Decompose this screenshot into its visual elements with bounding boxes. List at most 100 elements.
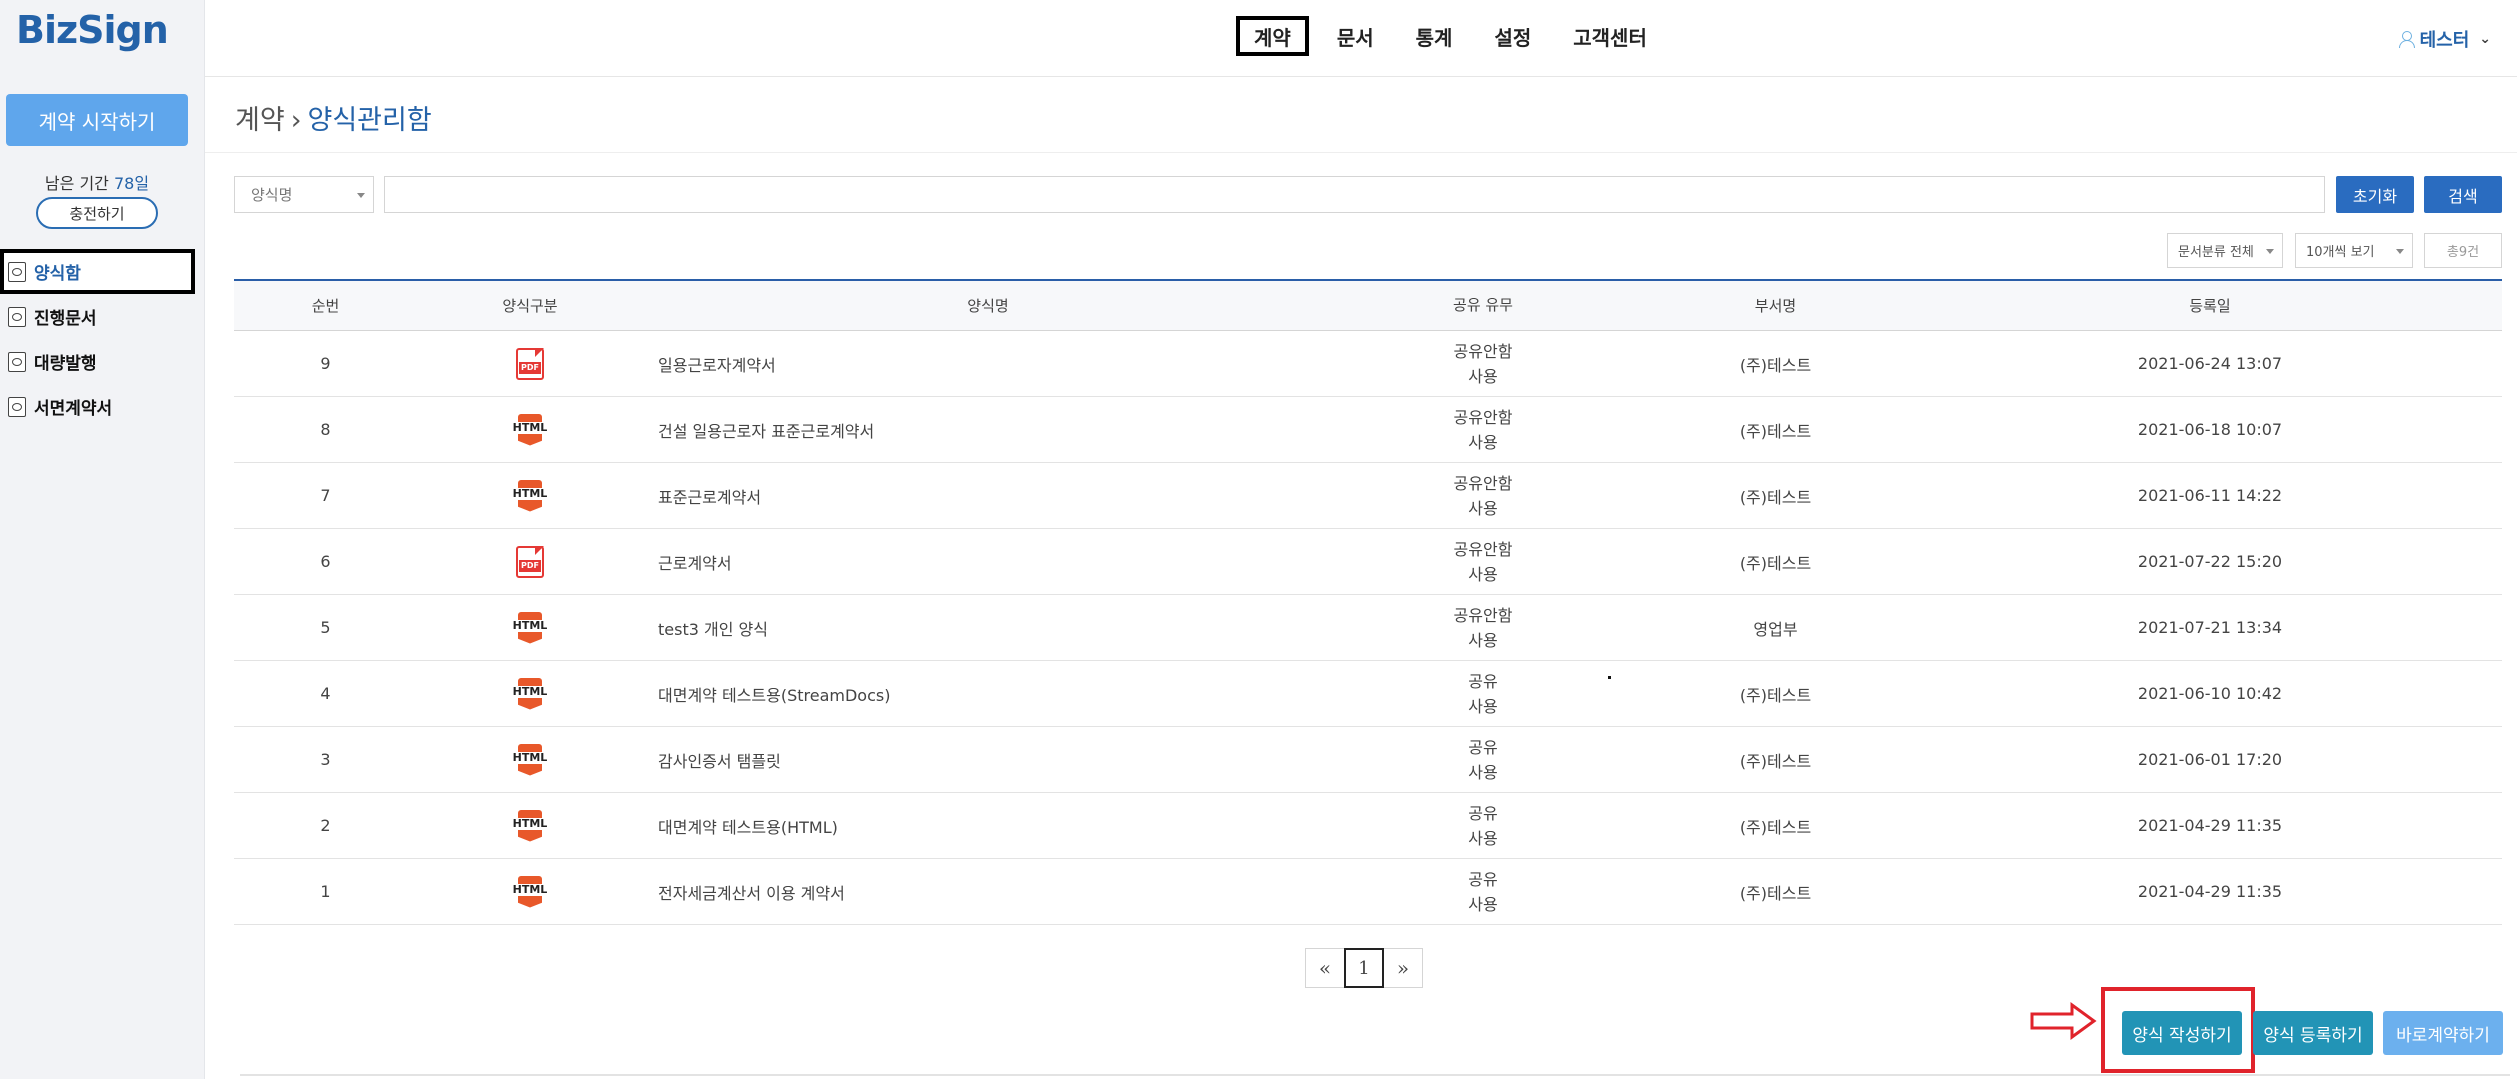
table-row[interactable]: 8 HTML 건설 일용근로자 표준근로계약서 공유안함 사용 (주)테스트 2021-06… [234, 397, 2502, 463]
table-header: 순번 양식구분 양식명 공유 유무 부서명 등록일 [234, 279, 2502, 331]
red-arrow-icon [2030, 1002, 2097, 1040]
registered-date: 2021-04-29 11:35 [2137, 882, 2283, 901]
main-menu: 계약 문서 통계 설정 고객센터 [1236, 16, 1675, 56]
direct-contract-button[interactable]: 바로계약하기 [2383, 1011, 2503, 1055]
column-header: 순번 [311, 297, 340, 315]
table-row[interactable]: 5 HTML test3 개인 양식 공유안함 사용 영업부 2021-07-21 13:3… [234, 595, 2502, 661]
row-number: 5 [320, 618, 331, 637]
table-row[interactable]: 4 HTML 대면계약 테스트용(StreamDocs) 공유 사용 (주)테스트 2021… [234, 661, 2502, 727]
table-row[interactable]: 1 HTML 전자세금계산서 이용 계약서 공유 사용 (주)테스트 2021-04-29 … [234, 859, 2502, 925]
caret-down-icon [2396, 249, 2404, 254]
share-status-line1: 공유안함 [1453, 341, 1513, 361]
bizsign-logo[interactable]: BizSign [16, 8, 169, 52]
form-table: 순번 양식구분 양식명 공유 유무 부서명 등록일 9 PDF 일용근로자계약서 공유… [234, 279, 2502, 925]
share-status-line2: 사용 [1468, 498, 1498, 518]
share-status: 공유안함 사용 [1333, 331, 1633, 396]
bottom-divider [240, 1074, 2510, 1076]
start-contract-button[interactable]: 계약 시작하기 [6, 94, 188, 146]
row-number: 8 [320, 420, 331, 439]
form-type: HTML [417, 727, 643, 792]
menu-item-statistics[interactable]: 통계 [1402, 16, 1467, 56]
form-type: HTML [417, 463, 643, 528]
share-status: 공유 사용 [1333, 793, 1633, 858]
html-icon-label: HTML [512, 486, 548, 500]
html-file-icon: HTML [512, 611, 548, 644]
form-name[interactable]: 근로계약서 [643, 529, 1333, 594]
prev-page-button[interactable]: « [1305, 948, 1345, 988]
row-number: 6 [320, 552, 331, 571]
share-status-line2: 사용 [1468, 630, 1498, 650]
menu-item-customer-center[interactable]: 고객센터 [1559, 16, 1661, 56]
sidebar-item-progress-docs[interactable]: 진행문서 [0, 294, 205, 339]
page-size-select[interactable]: 10개씩 보기 [2295, 233, 2413, 268]
caret-down-icon [2266, 249, 2274, 254]
search-field-value: 양식명 [251, 186, 293, 204]
share-status-line1: 공유 [1468, 803, 1498, 823]
column-header: 양식구분 [502, 297, 558, 315]
html-icon-label: HTML [512, 420, 548, 434]
form-name[interactable]: 대면계약 테스트용(StreamDocs) [643, 661, 1333, 726]
registered-date: 2021-04-29 11:35 [2137, 816, 2283, 835]
share-status-line2: 사용 [1468, 564, 1498, 584]
search-button[interactable]: 검색 [2424, 176, 2502, 213]
page-size-value: 10개씩 보기 [2306, 245, 2375, 260]
share-status: 공유안함 사용 [1333, 529, 1633, 594]
form-box-icon [8, 261, 26, 282]
share-status: 공유 사용 [1333, 661, 1633, 726]
share-status-line1: 공유 [1468, 737, 1498, 757]
charge-button[interactable]: 충전하기 [36, 197, 158, 229]
sidebar-item-form-box[interactable]: 양식함 [0, 249, 195, 294]
sidebar-item-bulk-issue[interactable]: 대량발행 [0, 339, 205, 384]
html-icon-label: HTML [512, 618, 548, 632]
sidebar-nav: 양식함 진행문서 대량발행 서면계약서 [0, 249, 205, 429]
menu-item-settings[interactable]: 설정 [1480, 16, 1545, 56]
form-type: HTML [417, 793, 643, 858]
breadcrumb: 계약 › 양식관리함 [235, 98, 432, 137]
menu-item-document[interactable]: 문서 [1323, 16, 1388, 56]
form-name[interactable]: 건설 일용근로자 표준근로계약서 [643, 397, 1333, 462]
user-icon [2398, 31, 2415, 48]
sidebar-item-paper-contract[interactable]: 서면계약서 [0, 384, 205, 429]
chevron-down-icon: ⌄ [2479, 31, 2491, 47]
table-row[interactable]: 7 HTML 표준근로계약서 공유안함 사용 (주)테스트 2021-06-11 14:22 [234, 463, 2502, 529]
remaining-period: 남은 기간 78일 [0, 170, 194, 194]
table-row[interactable]: 9 PDF 일용근로자계약서 공유안함 사용 (주)테스트 2021-06-24 13:07 [234, 331, 2502, 397]
search-field-select[interactable]: 양식명 [234, 176, 374, 213]
sidebar: BizSign 계약 시작하기 남은 기간 78일 충전하기 양식함 진행문서 … [0, 0, 205, 1079]
sidebar-item-label: 서면계약서 [34, 399, 113, 419]
department: (주)테스트 [1739, 421, 1812, 441]
html-file-icon: HTML [512, 413, 548, 446]
form-name[interactable]: test3 개인 양식 [643, 595, 1333, 660]
department: 영업부 [1753, 619, 1798, 639]
form-name[interactable]: 전자세금계산서 이용 계약서 [643, 859, 1333, 924]
reset-button[interactable]: 초기화 [2336, 176, 2414, 213]
column-header: 양식명 [967, 297, 1009, 315]
html-file-icon: HTML [512, 743, 548, 776]
form-type: PDF [417, 529, 643, 594]
write-form-button[interactable]: 양식 작성하기 [2122, 1011, 2242, 1055]
register-form-button[interactable]: 양식 등록하기 [2253, 1011, 2373, 1055]
table-row[interactable]: 3 HTML 감사인증서 탬플릿 공유 사용 (주)테스트 2021-06-01 17:20 [234, 727, 2502, 793]
user-name: 테스터 [2419, 30, 2470, 51]
breadcrumb-separator: › [290, 105, 302, 136]
form-name[interactable]: 대면계약 테스트용(HTML) [643, 793, 1333, 858]
share-status: 공유 사용 [1333, 727, 1633, 792]
column-header: 등록일 [2189, 297, 2231, 315]
search-input[interactable] [384, 176, 2325, 213]
table-row[interactable]: 2 HTML 대면계약 테스트용(HTML) 공유 사용 (주)테스트 2021-04-29… [234, 793, 2502, 859]
registered-date: 2021-06-18 10:07 [2137, 420, 2283, 439]
menu-item-contract[interactable]: 계약 [1236, 16, 1309, 56]
breadcrumb-parent[interactable]: 계약 [235, 105, 285, 136]
page-button-current[interactable]: 1 [1344, 948, 1384, 988]
title-divider [205, 152, 2517, 153]
category-filter[interactable]: 문서분류 전체 [2167, 233, 2283, 268]
form-name[interactable]: 일용근로자계약서 [643, 331, 1333, 396]
next-page-button[interactable]: » [1383, 948, 1423, 988]
user-menu[interactable]: 테스터 ⌄ [2398, 26, 2491, 52]
sidebar-item-label: 양식함 [34, 264, 81, 284]
registered-date: 2021-07-22 15:20 [2137, 552, 2283, 571]
form-name[interactable]: 표준근로계약서 [643, 463, 1333, 528]
table-row[interactable]: 6 PDF 근로계약서 공유안함 사용 (주)테스트 2021-07-22 15:20 [234, 529, 2502, 595]
row-number: 9 [320, 354, 331, 373]
form-name[interactable]: 감사인증서 탬플릿 [643, 727, 1333, 792]
